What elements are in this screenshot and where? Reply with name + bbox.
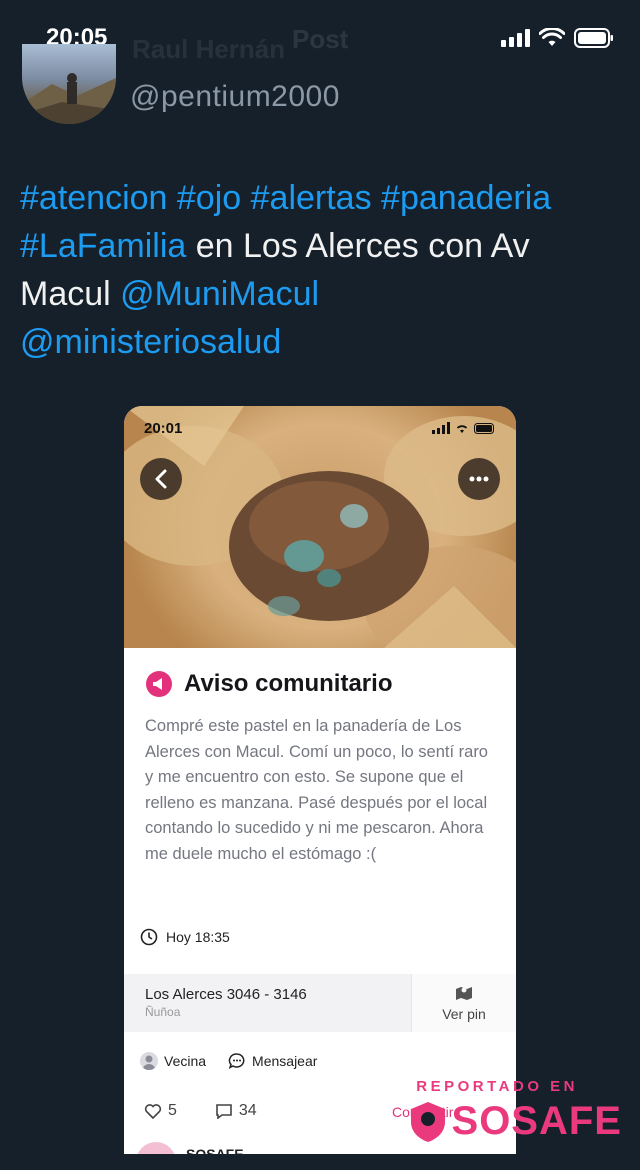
megaphone-icon (146, 671, 172, 697)
message-label: Mensajear (252, 1053, 318, 1069)
embedded-status-time: 20:01 (144, 420, 183, 437)
embedded-status-icons (432, 422, 496, 434)
chevron-left-icon (155, 469, 167, 489)
like-count: 5 (168, 1102, 177, 1119)
address-main: Los Alerces 3046 - 3146 (145, 986, 307, 1003)
clock-icon (140, 928, 158, 946)
hashtag-lafamilia[interactable]: #LaFamilia (20, 227, 186, 265)
post-time: Hoy 18:35 (140, 928, 230, 946)
hashtag-links[interactable]: #atencion #ojo #alertas #panaderia (20, 179, 551, 217)
view-pin-button[interactable]: Ver pin (411, 974, 516, 1032)
author-actions: Vecina Mensajear (140, 1052, 317, 1070)
next-post-avatar (136, 1142, 176, 1154)
author-chip[interactable]: Vecina (140, 1052, 206, 1070)
map-pin-icon (456, 987, 472, 1000)
comment-button[interactable]: 34 (215, 1102, 257, 1120)
battery-icon (574, 28, 613, 48)
pastry-photo (124, 406, 516, 648)
engagement-row: 5 34 (144, 1102, 257, 1120)
embedded-wifi-icon (456, 424, 468, 433)
ghost-header-name: Raul Hernán (132, 34, 286, 64)
address-row: Los Alerces 3046 - 3146 Ñuñoa Ver pin (124, 974, 516, 1032)
watermark-caption: REPORTADO EN (416, 1078, 578, 1095)
sosafe-shield-icon (410, 1101, 445, 1142)
heart-icon (144, 1104, 162, 1119)
user-avatar[interactable] (22, 44, 116, 124)
more-options-button[interactable] (458, 458, 500, 500)
ghost-header-title: Post (292, 24, 349, 54)
wifi-icon (539, 28, 565, 46)
author-label: Vecina (164, 1053, 207, 1069)
notice-title: Aviso comunitario (184, 670, 393, 697)
more-dots-icon (469, 476, 489, 482)
chat-bubble-icon (228, 1053, 245, 1069)
notice-body: Compré este pastel en la panadería de Lo… (145, 717, 488, 863)
person-icon (140, 1052, 158, 1070)
comment-icon (216, 1104, 232, 1119)
like-button[interactable]: 5 (144, 1102, 177, 1120)
tweet-text: #atencion #ojo #alertas #panaderia #LaFa… (20, 174, 620, 366)
tweet-image[interactable]: 20:01 Aviso comunitario Compré este past… (124, 406, 516, 1154)
comment-count: 34 (238, 1102, 257, 1119)
address-commune: Ñuñoa (145, 1005, 181, 1019)
user-handle[interactable]: @pentium2000 (130, 80, 340, 114)
post-time-label: Hoy 18:35 (166, 929, 230, 945)
cellular-signal-icon (501, 29, 530, 47)
status-icons (501, 28, 614, 48)
back-button[interactable] (140, 458, 182, 500)
notice-header: Aviso comunitario (146, 670, 392, 698)
watermark-brand: SOSAFE (451, 1099, 622, 1143)
mention-munimacul[interactable]: @MuniMacul (120, 275, 319, 313)
next-post-author: SOSAFE (186, 1146, 244, 1154)
sosafe-watermark: REPORTADO EN SOSAFE (408, 1078, 622, 1144)
message-button[interactable]: Mensajear (228, 1052, 317, 1070)
view-pin-label: Ver pin (442, 1006, 486, 1022)
embedded-signal-icon (432, 422, 450, 434)
mention-ministeriosalud[interactable]: @ministeriosalud (20, 323, 281, 361)
embedded-battery-icon (474, 422, 494, 434)
